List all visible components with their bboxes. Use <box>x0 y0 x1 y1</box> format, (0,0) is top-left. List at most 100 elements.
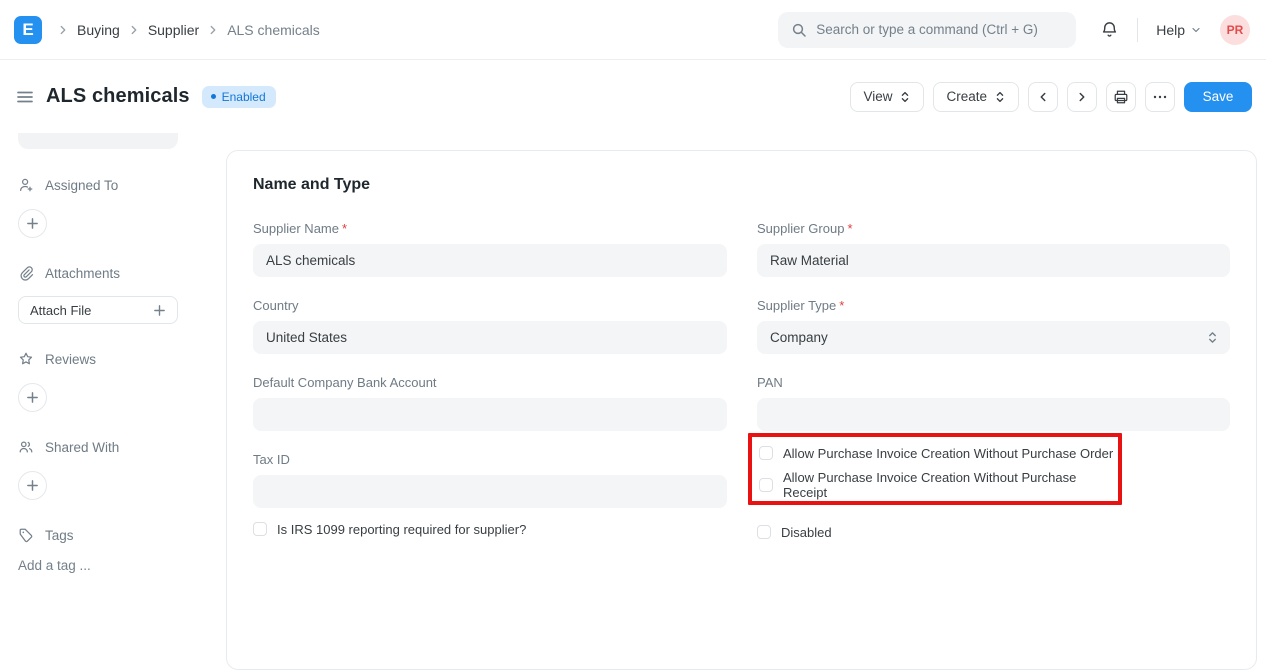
page-header: ALS chemicals Enabled View Create Save <box>0 60 1266 133</box>
shared-with-label: Shared With <box>45 440 119 455</box>
breadcrumb-current[interactable]: ALS chemicals <box>227 22 320 38</box>
supplier-group-input[interactable] <box>757 244 1230 277</box>
star-icon <box>18 351 34 367</box>
status-dot <box>211 94 216 99</box>
add-share-button[interactable] <box>18 471 47 500</box>
name-and-type-card: Name and Type Supplier Name * Country <box>226 150 1257 670</box>
country-field: Country <box>253 298 727 354</box>
chevrons-up-down-icon <box>1207 330 1218 345</box>
tax-id-input[interactable] <box>253 475 727 508</box>
allow-without-po-checkbox[interactable] <box>759 446 773 460</box>
help-label: Help <box>1156 22 1185 38</box>
form-main: Name and Type Supplier Name * Country <box>212 133 1266 533</box>
allow-without-po-label: Allow Purchase Invoice Creation Without … <box>783 446 1113 461</box>
chevron-right-icon <box>206 23 220 37</box>
default-bank-account-field: Default Company Bank Account <box>253 375 727 431</box>
allow-without-pr-checkbox-row[interactable]: Allow Purchase Invoice Creation Without … <box>759 469 1118 501</box>
global-search-input[interactable]: Search or type a command (Ctrl + G) <box>778 12 1076 48</box>
plus-icon <box>26 479 39 492</box>
create-button[interactable]: Create <box>933 82 1019 112</box>
chevron-right-icon <box>127 23 141 37</box>
user-avatar[interactable]: PR <box>1220 15 1250 45</box>
tag-icon <box>18 527 34 543</box>
reviews-label: Reviews <box>45 352 96 367</box>
form-sidebar: Assigned To Attachments Attach File Revi… <box>0 133 212 533</box>
attachments-section: Attachments <box>18 265 212 281</box>
field-label: PAN <box>757 375 1230 390</box>
form-column-left: Supplier Name * Country Default Co <box>253 221 727 548</box>
navbar-right: Search or type a command (Ctrl + G) Help… <box>778 12 1250 48</box>
supplier-type-select[interactable]: Company <box>757 321 1230 354</box>
supplier-type-value: Company <box>770 330 828 345</box>
disabled-checkbox-row[interactable]: Disabled <box>757 516 1230 548</box>
attach-file-button[interactable]: Attach File <box>18 296 178 324</box>
header-actions: View Create Save <box>850 82 1252 112</box>
field-label: Supplier Type * <box>757 298 1230 313</box>
app-logo[interactable]: E <box>14 16 42 44</box>
search-icon <box>791 22 807 38</box>
menu-ellipsis-button[interactable] <box>1145 82 1175 112</box>
field-label: Default Company Bank Account <box>253 375 727 390</box>
breadcrumb: Buying Supplier ALS chemicals <box>56 22 320 38</box>
tags-section: Tags <box>18 527 212 543</box>
allow-without-pr-label: Allow Purchase Invoice Creation Without … <box>783 470 1118 500</box>
disabled-label: Disabled <box>781 525 832 540</box>
add-tag-input[interactable]: Add a tag ... <box>18 558 212 573</box>
allow-without-po-checkbox-row[interactable]: Allow Purchase Invoice Creation Without … <box>759 437 1118 469</box>
notifications-bell-icon[interactable] <box>1100 20 1119 39</box>
help-menu[interactable]: Help <box>1156 22 1202 38</box>
required-marker: * <box>839 298 844 313</box>
disabled-checkbox[interactable] <box>757 525 771 539</box>
sidebar-toggle-icon[interactable] <box>16 88 34 106</box>
irs-1099-checkbox[interactable] <box>253 522 267 536</box>
supplier-group-field: Supplier Group * <box>757 221 1230 277</box>
allow-without-pr-checkbox[interactable] <box>759 478 773 492</box>
irs-1099-checkbox-row[interactable]: Is IRS 1099 reporting required for suppl… <box>253 513 727 545</box>
assigned-to-section: Assigned To <box>18 177 212 193</box>
required-marker: * <box>847 221 852 236</box>
next-record-button[interactable] <box>1067 82 1097 112</box>
sidebar-cropped-button[interactable] <box>18 133 178 149</box>
section-title: Name and Type <box>253 176 1230 194</box>
create-button-label: Create <box>946 89 987 104</box>
reviews-section: Reviews <box>18 351 212 367</box>
field-label: Supplier Name * <box>253 221 727 236</box>
supplier-type-field: Supplier Type * Company <box>757 298 1230 354</box>
chevrons-up-down-icon <box>899 90 911 104</box>
field-label: Tax ID <box>253 452 727 467</box>
breadcrumb-buying[interactable]: Buying <box>77 22 120 38</box>
plus-icon <box>26 217 39 230</box>
navbar-divider <box>1137 18 1138 42</box>
content-area: Assigned To Attachments Attach File Revi… <box>0 133 1266 533</box>
ellipsis-icon <box>1152 89 1168 105</box>
status-badge-label: Enabled <box>222 90 266 104</box>
add-assignment-button[interactable] <box>18 209 47 238</box>
supplier-name-input[interactable] <box>253 244 727 277</box>
previous-record-button[interactable] <box>1028 82 1058 112</box>
print-button[interactable] <box>1106 82 1136 112</box>
chevron-down-icon <box>1190 24 1202 36</box>
supplier-name-field: Supplier Name * <box>253 221 727 277</box>
attachments-label: Attachments <box>45 266 120 281</box>
red-highlight-box: Allow Purchase Invoice Creation Without … <box>748 433 1122 505</box>
search-placeholder: Search or type a command (Ctrl + G) <box>816 22 1038 37</box>
default-bank-account-input[interactable] <box>253 398 727 431</box>
view-button-label: View <box>863 89 892 104</box>
tags-label: Tags <box>45 528 74 543</box>
view-button[interactable]: View <box>850 82 924 112</box>
chevrons-up-down-icon <box>994 90 1006 104</box>
breadcrumb-supplier[interactable]: Supplier <box>148 22 199 38</box>
chevron-left-icon <box>1036 90 1050 104</box>
plus-icon <box>26 391 39 404</box>
pan-input[interactable] <box>757 398 1230 431</box>
printer-icon <box>1113 89 1129 105</box>
shared-with-section: Shared With <box>18 439 212 455</box>
chevron-right-icon <box>56 23 70 37</box>
users-icon <box>18 439 34 455</box>
add-review-button[interactable] <box>18 383 47 412</box>
save-button[interactable]: Save <box>1184 82 1252 112</box>
required-marker: * <box>342 221 347 236</box>
form-column-right: Supplier Group * Supplier Type * Company <box>757 221 1230 548</box>
country-input[interactable] <box>253 321 727 354</box>
assigned-to-label: Assigned To <box>45 178 118 193</box>
